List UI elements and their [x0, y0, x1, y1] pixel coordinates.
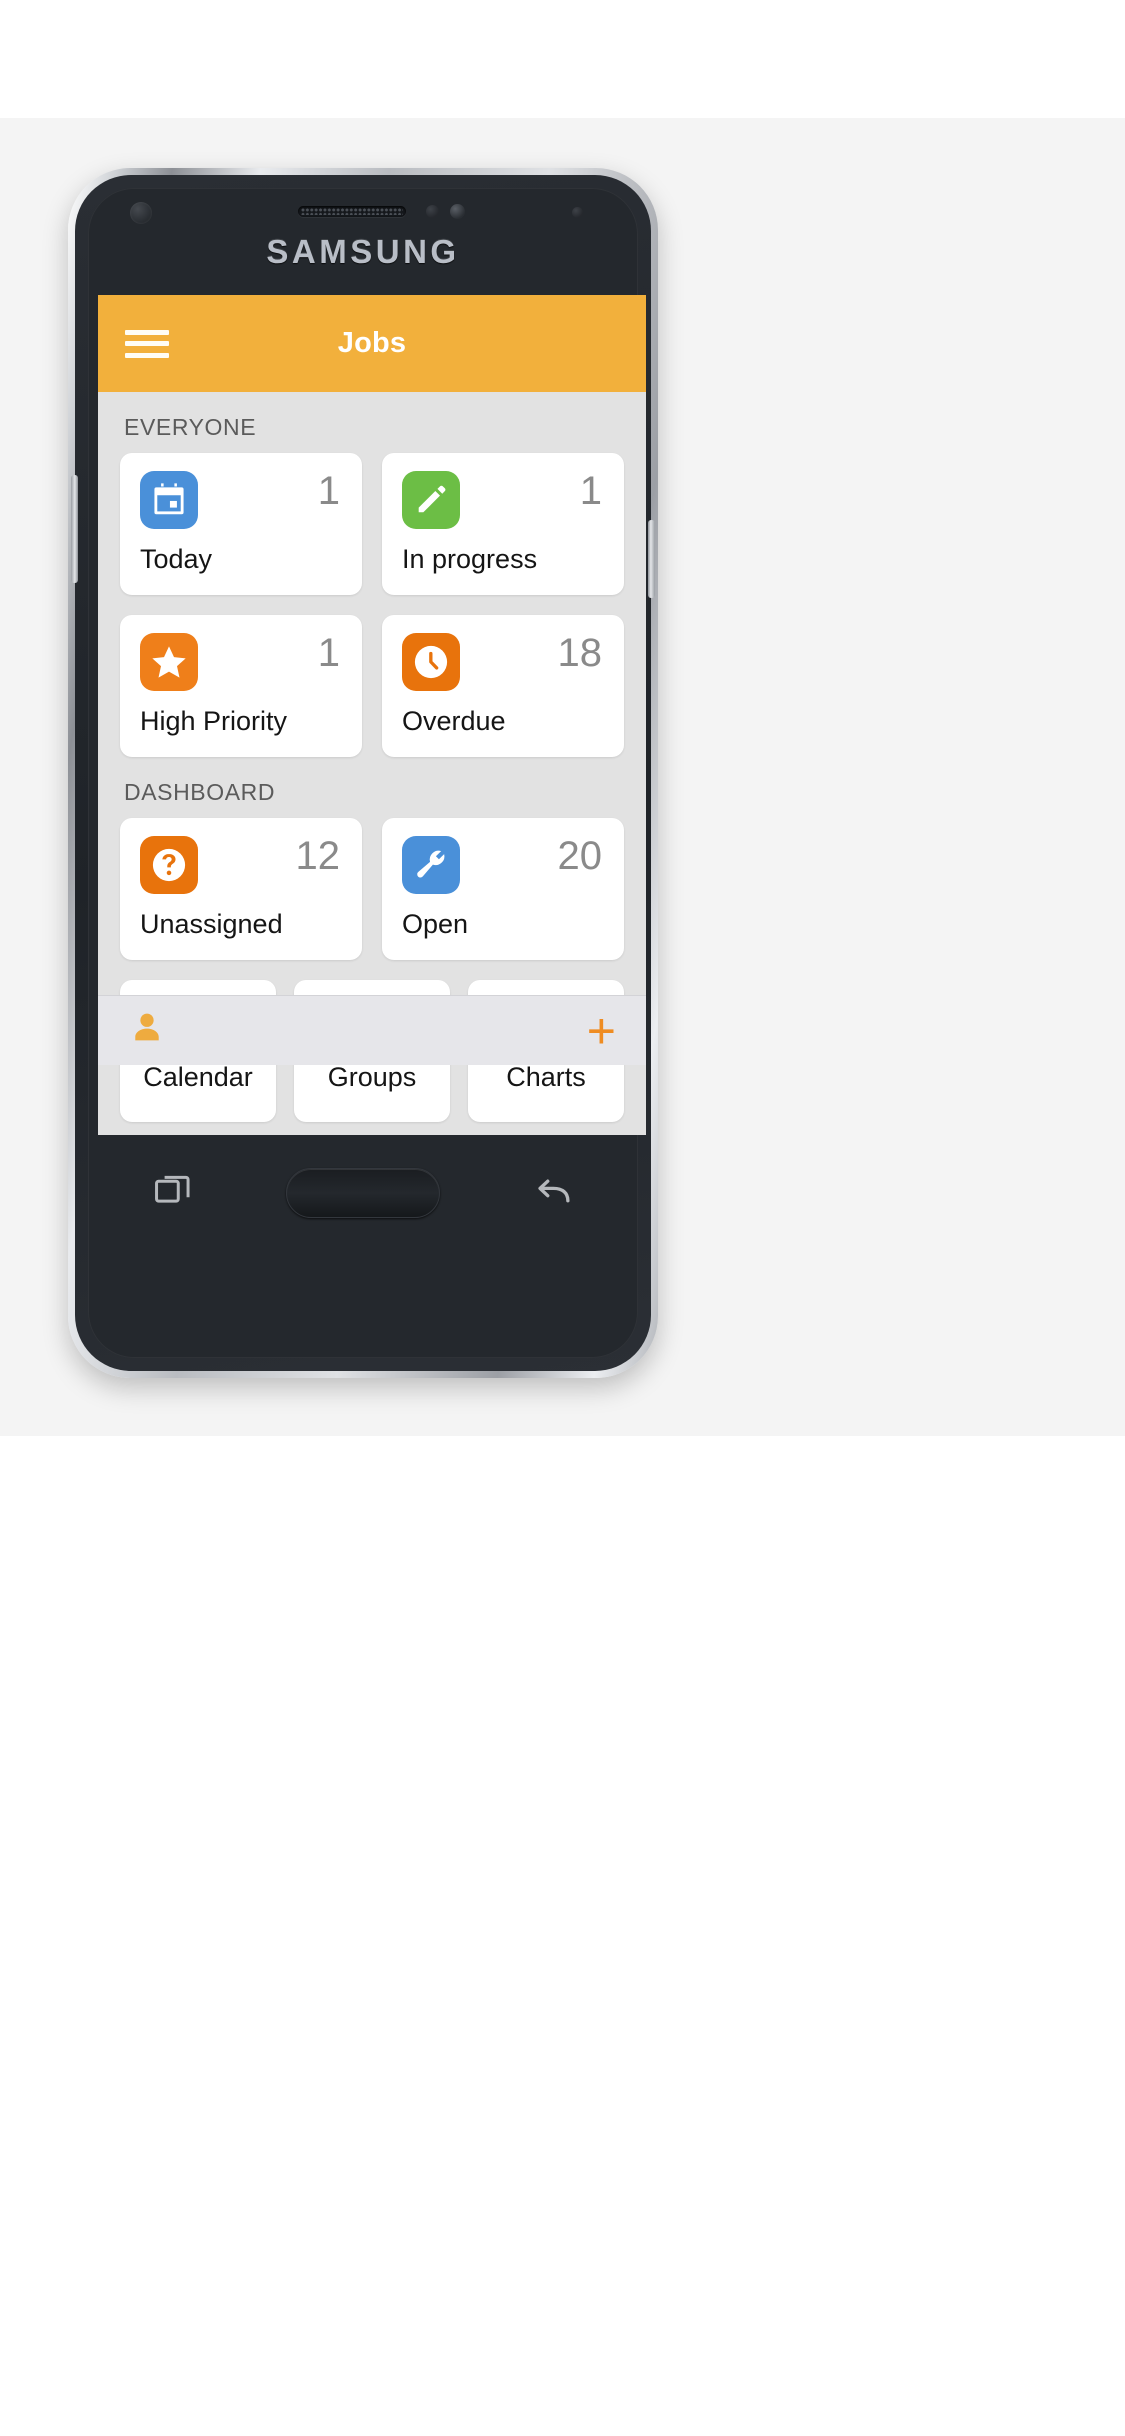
back-icon[interactable] [530, 1170, 576, 1217]
card-label: Today [140, 544, 213, 574]
card-in-progress[interactable]: 1 In progress [382, 453, 624, 595]
phone-body: SAMSUNG Jobs EVERYONE 1 Today 1 In progr… [71, 175, 655, 1371]
wrench-icon [402, 836, 460, 894]
calendar-icon [140, 471, 198, 529]
pencil-icon [402, 471, 460, 529]
front-camera-icon [130, 202, 152, 224]
card-overdue[interactable]: 18 Overdue [382, 615, 624, 757]
card-open[interactable]: 20 Open [382, 818, 624, 960]
app-bar: Jobs [98, 295, 646, 392]
card-count: 1 [317, 631, 340, 675]
card-count: 12 [295, 834, 341, 878]
card-today[interactable]: 1 Today [120, 453, 362, 595]
phone-device: SAMSUNG Jobs EVERYONE 1 Today 1 In progr… [68, 168, 658, 1378]
proximity-sensor-icon [426, 205, 439, 218]
card-high-priority[interactable]: 1 High Priority [120, 615, 362, 757]
card-label: Open [402, 909, 469, 939]
tile-label: Calendar [143, 1061, 253, 1092]
card-count: 20 [557, 834, 603, 878]
page-title: Jobs [337, 327, 407, 359]
volume-button[interactable] [71, 475, 78, 583]
hamburger-icon[interactable] [125, 328, 169, 360]
clock-icon [402, 633, 460, 691]
card-label: In progress [402, 544, 538, 574]
phone-screen: Jobs EVERYONE 1 Today 1 In progress 1 Hi… [98, 295, 646, 1135]
tile-label: Charts [506, 1061, 586, 1092]
question-mark-icon [140, 836, 198, 894]
card-label: High Priority [140, 706, 288, 736]
everyone-row-1: 1 Today 1 In progress [98, 453, 646, 595]
dashboard-row-1: 12 Unassigned 20 Open [98, 818, 646, 960]
card-label: Overdue [402, 706, 506, 736]
card-count: 18 [557, 631, 603, 675]
card-count: 1 [317, 469, 340, 513]
dashboard-content: EVERYONE 1 Today 1 In progress 1 High Pr… [98, 392, 646, 1122]
screenshot-root: SAMSUNG Jobs EVERYONE 1 Today 1 In progr… [0, 0, 1125, 2436]
card-count: 1 [579, 469, 602, 513]
add-button[interactable]: + [587, 1006, 616, 1056]
recents-icon[interactable] [150, 1170, 196, 1217]
tile-label: Groups [327, 1061, 417, 1092]
device-brand-label: SAMSUNG [266, 233, 460, 270]
star-icon [140, 633, 198, 691]
home-button[interactable] [286, 1168, 440, 1218]
section-header-dashboard: DASHBOARD [124, 779, 276, 805]
led-indicator-icon [572, 207, 583, 218]
android-nav-bar [98, 1137, 628, 1249]
card-unassigned[interactable]: 12 Unassigned [120, 818, 362, 960]
everyone-row-2: 1 High Priority 18 Overdue [98, 615, 646, 757]
bottom-action-bar: + [98, 995, 646, 1065]
person-icon[interactable] [128, 1009, 166, 1052]
section-header-everyone: EVERYONE [124, 414, 257, 440]
light-sensor-icon [450, 204, 465, 219]
power-button[interactable] [648, 520, 655, 598]
earpiece-speaker [298, 206, 406, 217]
card-label: Unassigned [140, 909, 283, 939]
